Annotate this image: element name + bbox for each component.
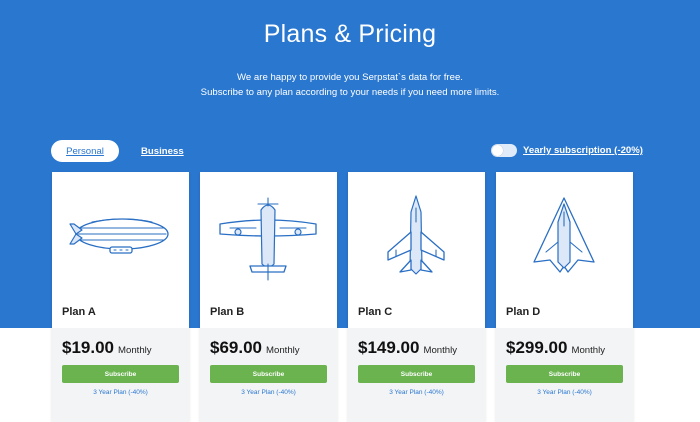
plan-period: Monthly xyxy=(571,345,606,356)
subtitle-line: We are happy to provide you Serpstat`s d… xyxy=(237,72,463,83)
plan-price: $149.00 xyxy=(358,338,420,357)
page-title: Plans & Pricing xyxy=(263,20,437,48)
yearly-subscription-toggle[interactable] xyxy=(491,144,517,157)
plan-period: Monthly xyxy=(423,345,458,356)
airship-icon xyxy=(52,182,189,287)
plan-period: Monthly xyxy=(266,345,300,356)
plan-name: Plan D xyxy=(506,306,541,318)
three-year-plan-link[interactable]: 3 Year Plan (-40%) xyxy=(52,389,189,396)
subscribe-button[interactable]: Subscribe xyxy=(358,365,475,383)
price-row: $19.00 Monthly xyxy=(62,338,152,358)
plan-price: $19.00 xyxy=(62,338,114,357)
plan-period: Monthly xyxy=(118,345,152,356)
price-row: $69.00 Monthly xyxy=(210,338,300,358)
subscribe-button[interactable]: Subscribe xyxy=(62,365,179,383)
stealth-jet-icon xyxy=(496,182,633,287)
toggle-knob xyxy=(492,145,503,156)
yearly-subscription-control: Yearly subscription (-20%) xyxy=(491,144,643,157)
tab-personal[interactable]: Personal xyxy=(51,140,119,162)
price-area: $19.00 Monthly Subscribe 3 Year Plan (-4… xyxy=(52,328,189,422)
plan-name: Plan B xyxy=(210,306,245,318)
price-row: $299.00 Monthly xyxy=(506,338,605,358)
plan-card-a: Plan A $19.00 Monthly Subscribe 3 Year P… xyxy=(52,172,189,422)
three-year-plan-link[interactable]: 3 Year Plan (-40%) xyxy=(348,389,485,396)
plan-name: Plan C xyxy=(358,306,393,318)
propeller-plane-icon xyxy=(200,182,337,287)
plan-type-tabs: Personal Business xyxy=(51,140,184,162)
jet-fighter-icon xyxy=(348,182,485,287)
price-row: $149.00 Monthly xyxy=(358,338,457,358)
plan-price: $299.00 xyxy=(506,338,568,357)
plan-card-b: Plan B $69.00 Monthly Subscribe 3 Year P… xyxy=(200,172,337,422)
price-area: $299.00 Monthly Subscribe 3 Year Plan (-… xyxy=(496,328,633,422)
subscribe-button[interactable]: Subscribe xyxy=(210,365,327,383)
price-area: $149.00 Monthly Subscribe 3 Year Plan (-… xyxy=(348,328,485,422)
plan-card-d: Plan D $299.00 Monthly Subscribe 3 Year … xyxy=(496,172,633,422)
plan-name: Plan A xyxy=(62,306,96,318)
subscribe-button[interactable]: Subscribe xyxy=(506,365,623,383)
plan-price: $69.00 xyxy=(210,338,262,357)
subtitle-line: Subscribe to any plan according to your … xyxy=(200,87,500,98)
three-year-plan-link[interactable]: 3 Year Plan (-40%) xyxy=(200,389,337,396)
price-area: $69.00 Monthly Subscribe 3 Year Plan (-4… xyxy=(200,328,337,422)
plan-card-c: Plan C $149.00 Monthly Subscribe 3 Year … xyxy=(348,172,485,422)
three-year-plan-link[interactable]: 3 Year Plan (-40%) xyxy=(496,389,633,396)
page-subtitle: We are happy to provide you Serpstat`s d… xyxy=(0,70,700,100)
yearly-subscription-label[interactable]: Yearly subscription (-20%) xyxy=(523,145,643,156)
tab-business[interactable]: Business xyxy=(141,140,184,162)
